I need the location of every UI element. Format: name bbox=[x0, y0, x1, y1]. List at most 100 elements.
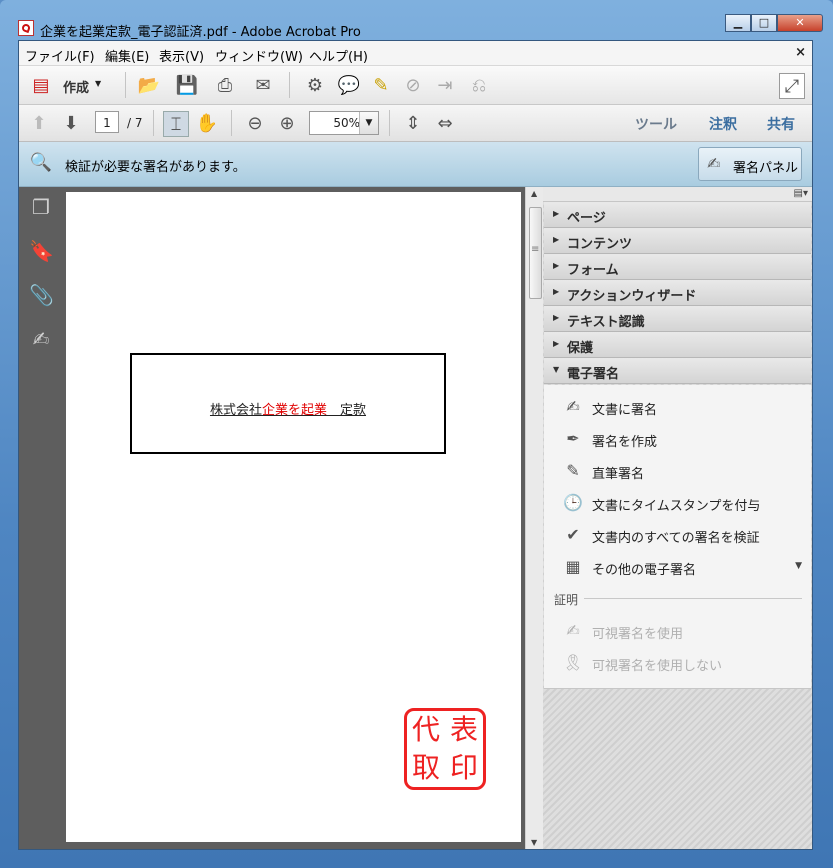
expand-icon[interactable]: ⤢ bbox=[779, 73, 805, 99]
tools-link[interactable]: ツール bbox=[635, 114, 677, 134]
minimize-button[interactable]: ▁ bbox=[725, 14, 751, 32]
section-label: 電子署名 bbox=[567, 367, 620, 382]
section-digital-signature[interactable]: ▼ 電子署名 bbox=[544, 358, 811, 384]
certificate-ribbon-icon: 🎗 bbox=[562, 653, 584, 672]
scroll-up-icon[interactable]: ▲ bbox=[531, 189, 537, 198]
zoom-in-icon[interactable]: ⊕ bbox=[275, 111, 299, 135]
signatures-icon[interactable]: ✍ bbox=[29, 327, 53, 351]
more-signatures-icon: ▦ bbox=[565, 557, 581, 576]
save-icon[interactable]: 💾 bbox=[175, 73, 199, 97]
acrobat-app-icon[interactable] bbox=[18, 20, 34, 36]
section-forms[interactable]: ▶ フォーム bbox=[544, 254, 811, 280]
document-area: 株式会社企業を起業 定款 代 表 取 印 bbox=[63, 187, 525, 849]
create-button[interactable]: 作成 bbox=[63, 77, 89, 96]
title-highlight: 企業を起業 bbox=[261, 403, 327, 418]
page-total: / 7 bbox=[127, 116, 143, 130]
dropdown-arrow-icon: ▼ bbox=[795, 561, 802, 571]
export-icon[interactable]: ⇥ bbox=[433, 73, 457, 97]
previous-page-icon[interactable]: ⬆ bbox=[27, 111, 51, 135]
menu-file[interactable]: ファイル(F) bbox=[25, 46, 95, 65]
close-button[interactable]: ✕ bbox=[777, 14, 823, 32]
menu-view[interactable]: 表示(V) bbox=[159, 46, 204, 65]
hand-tool-icon[interactable]: ✋ bbox=[195, 111, 219, 135]
toolbar-divider bbox=[389, 110, 390, 136]
section-action-wizard[interactable]: ▶ アクションウィザード bbox=[544, 280, 811, 306]
cert-item-label: 可視署名を使用 bbox=[592, 627, 684, 642]
email-icon[interactable]: ✉ bbox=[251, 73, 275, 97]
collapse-arrow-icon: ▼ bbox=[553, 365, 560, 374]
sign-item-label: 文書内のすべての署名を検証 bbox=[592, 531, 760, 546]
main-toolbar: ▤ 作成 ▼ 📂 💾 ⎙ ✉ ⚙ 💬 ✎ ⊘ ⇥ ⎌ ⤢ bbox=[19, 66, 812, 105]
acrobat-window: 企業を起業定款_電子認証済.pdf - Adobe Acrobat Pro ▁ … bbox=[0, 0, 833, 868]
section-content[interactable]: ▶ コンテンツ bbox=[544, 228, 811, 254]
create-signature-item[interactable]: ✒ 署名を作成 bbox=[562, 427, 802, 451]
sign-document-item[interactable]: ✍ 文書に署名 bbox=[562, 395, 802, 419]
seal-char: 印 bbox=[449, 751, 478, 784]
sign-icon[interactable]: ⎌ bbox=[467, 73, 491, 97]
select-tool-icon[interactable]: ⌶ bbox=[163, 111, 189, 137]
window-controls: ▁ □ ✕ bbox=[725, 14, 823, 32]
zoom-select[interactable]: 50% ▼ bbox=[309, 111, 379, 135]
scroll-down-icon[interactable]: ▼ bbox=[531, 838, 537, 847]
pen-icon: ✒ bbox=[566, 429, 580, 448]
expand-arrow-icon: ▶ bbox=[553, 261, 560, 270]
open-folder-icon[interactable]: 📂 bbox=[137, 73, 161, 97]
section-pages[interactable]: ▶ ページ bbox=[544, 202, 811, 228]
expand-arrow-icon: ▶ bbox=[553, 209, 560, 218]
certification-divider bbox=[584, 598, 802, 599]
section-text-recognition[interactable]: ▶ テキスト認識 bbox=[544, 306, 811, 332]
visible-signature-item[interactable]: ✍ 可視署名を使用 bbox=[562, 619, 802, 643]
signature-panel-button[interactable]: ✍ 署名パネル bbox=[698, 147, 802, 181]
zoom-dropdown-icon[interactable]: ▼ bbox=[359, 112, 378, 134]
more-signatures-item[interactable]: ▦ その他の電子署名 ▼ bbox=[562, 555, 802, 579]
validate-all-item[interactable]: ✔ 文書内のすべての署名を検証 bbox=[562, 523, 802, 547]
pdf-page[interactable]: 株式会社企業を起業 定款 代 表 取 印 bbox=[66, 192, 521, 842]
create-dropdown-icon[interactable]: ▼ bbox=[95, 79, 101, 88]
signature-verify-icon: 🔍 bbox=[29, 151, 53, 173]
fit-width-icon[interactable]: ⇔ bbox=[433, 111, 457, 135]
tasks-panel: ▤▾ ▶ ページ ▶ コンテンツ ▶ フォーム ▶ アクションウィザード ▶ テキスト認識… bbox=[543, 187, 812, 849]
seal-char: 代 bbox=[411, 713, 440, 746]
title-bar[interactable]: 企業を起業定款_電子認証済.pdf - Adobe Acrobat Pro ▁ … bbox=[0, 0, 833, 40]
maximize-button[interactable]: □ bbox=[751, 14, 777, 32]
window-title: 企業を起業定款_電子認証済.pdf - Adobe Acrobat Pro bbox=[40, 25, 361, 40]
signature-panel-icon: ✍ bbox=[707, 154, 721, 173]
section-protection[interactable]: ▶ 保護 bbox=[544, 332, 811, 358]
title-suffix: 定款 bbox=[327, 403, 367, 418]
menu-window[interactable]: ウィンドウ(W) bbox=[215, 46, 303, 65]
panel-options-icon[interactable]: ▤▾ bbox=[794, 188, 808, 199]
navigation-toolbar: ⬆ ⬇ 1 / 7 ⌶ ✋ ⊖ ⊕ 50% ▼ ⇕ ⇔ ツール 注釈 共有 bbox=[19, 105, 812, 142]
menu-edit[interactable]: 編集(E) bbox=[105, 46, 149, 65]
settings-icon[interactable]: ⚙ bbox=[303, 73, 327, 97]
page-thumbnails-icon[interactable]: ❐ bbox=[29, 195, 53, 219]
validate-signatures-icon: ✔ bbox=[566, 525, 580, 544]
comment-icon[interactable]: 💬 bbox=[337, 73, 361, 97]
attachments-icon[interactable]: 📎 bbox=[29, 283, 54, 307]
title-prefix: 株式会社 bbox=[209, 403, 262, 418]
zoom-value: 50% bbox=[333, 116, 360, 130]
signature-panel-label: 署名パネル bbox=[733, 161, 799, 176]
page-number-input[interactable]: 1 bbox=[95, 111, 119, 133]
document-title-box: 株式会社企業を起業 定款 bbox=[130, 353, 446, 454]
invisible-signature-item[interactable]: 🎗 可視署名を使用しない bbox=[562, 651, 802, 675]
vertical-scrollbar[interactable]: ▲ ▼ bbox=[525, 187, 544, 849]
highlight-icon[interactable]: ✎ bbox=[369, 73, 393, 97]
document-close-button[interactable]: × bbox=[795, 45, 806, 60]
sign-item-label: 文書にタイムスタンプを付与 bbox=[592, 499, 761, 514]
comment-link[interactable]: 注釈 bbox=[709, 114, 737, 134]
fit-page-icon[interactable]: ⇕ bbox=[401, 111, 425, 135]
next-page-icon[interactable]: ⬇ bbox=[59, 111, 83, 135]
signature-message: 検証が必要な署名があります。 bbox=[65, 160, 246, 175]
handwritten-signature-item[interactable]: ✎ 直筆署名 bbox=[562, 459, 802, 483]
timestamp-item[interactable]: 🕒 文書にタイムスタンプを付与 bbox=[562, 491, 802, 515]
toolbar-divider bbox=[289, 72, 290, 98]
bookmarks-icon[interactable]: 🔖 bbox=[29, 239, 54, 263]
scroll-thumb[interactable] bbox=[529, 207, 542, 299]
delete-page-icon[interactable]: ⊘ bbox=[401, 73, 425, 97]
panel-header: ▤▾ bbox=[543, 187, 812, 202]
print-icon[interactable]: ⎙ bbox=[213, 73, 237, 97]
menu-help[interactable]: ヘルプ(H) bbox=[309, 46, 368, 65]
create-pdf-icon[interactable]: ▤ bbox=[29, 73, 53, 97]
share-link[interactable]: 共有 bbox=[767, 114, 795, 134]
zoom-out-icon[interactable]: ⊖ bbox=[243, 111, 267, 135]
